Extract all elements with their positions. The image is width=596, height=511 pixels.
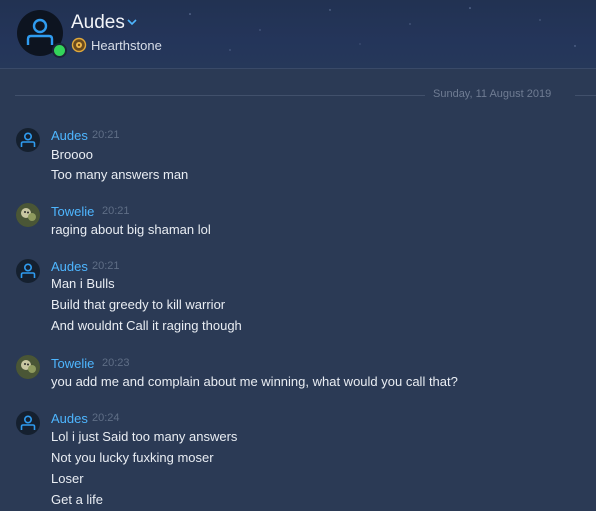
current-game: Hearthstone (91, 38, 162, 53)
user-silhouette-icon (20, 263, 36, 278)
sender-name[interactable]: Towelie (51, 356, 94, 371)
message-text: Build that greedy to kill warrior (51, 297, 226, 312)
separator-line (15, 95, 425, 96)
message-text: And wouldnt Call it raging though (51, 318, 242, 333)
hearthstone-icon (71, 37, 87, 53)
contact-name[interactable]: Audes (71, 12, 125, 34)
user-silhouette-icon (20, 132, 36, 147)
chat-header: Audes Hearthstone (0, 0, 596, 69)
message-text: Man i Bulls (51, 276, 115, 291)
message-text: Lol i just Said too many answers (51, 429, 238, 444)
message-text: raging about big shaman lol (51, 222, 211, 237)
message-time: 20:21 (92, 260, 120, 272)
message-text: you add me and complain about me winning… (51, 374, 458, 389)
sender-avatar[interactable] (16, 355, 40, 379)
user-silhouette-icon (20, 415, 36, 430)
message-text: Not you lucky fuxking moser (51, 450, 214, 465)
message-time: 20:23 (102, 357, 130, 369)
message-text: Get a life (51, 492, 104, 507)
online-status-indicator (52, 43, 67, 58)
sender-name[interactable]: Towelie (51, 204, 94, 219)
sender-avatar[interactable] (16, 259, 40, 283)
message-text: Loser (51, 471, 84, 486)
message-time: 20:21 (92, 129, 120, 141)
message-time: 20:24 (92, 412, 120, 424)
header-background (189, 7, 576, 51)
message-text: Broooo (51, 147, 93, 162)
towelie-avatar-image (16, 203, 40, 227)
message-text: Too many answers man (51, 167, 189, 182)
chevron-down-icon[interactable] (126, 17, 138, 27)
message-time: 20:21 (102, 205, 130, 217)
sender-name[interactable]: Audes (51, 128, 88, 143)
sender-name[interactable]: Audes (51, 411, 88, 426)
sender-avatar[interactable] (16, 411, 40, 435)
sender-avatar[interactable] (16, 128, 40, 152)
date-label: Sunday, 11 August 2019 (433, 88, 552, 100)
sender-avatar[interactable] (16, 203, 40, 227)
towelie-avatar-image (16, 355, 40, 379)
sender-name[interactable]: Audes (51, 259, 88, 274)
date-separator: Sunday, 11 August 2019 (15, 88, 596, 102)
separator-line (575, 95, 596, 96)
